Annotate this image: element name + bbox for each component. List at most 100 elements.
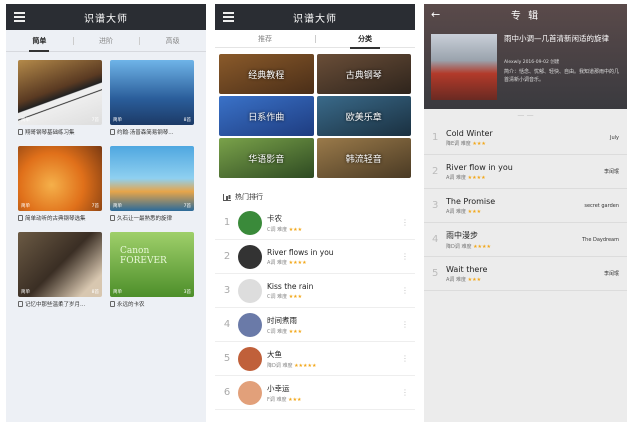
more-options-icon[interactable]: ⋮ — [401, 252, 409, 261]
tab-simple[interactable]: 简单 — [6, 36, 73, 52]
rank-number: 3 — [223, 285, 231, 296]
doc-icon — [18, 129, 23, 135]
page-title: 专 辑 — [510, 10, 541, 22]
category-tile[interactable]: 华语影音 — [219, 138, 314, 178]
album-cover — [431, 34, 497, 100]
collection-title: 永远的卡农 — [117, 302, 145, 308]
song-row[interactable]: 5 Wait there A调 难度 ★★★ 李闰珉 — [424, 257, 627, 291]
song-artist: 李闰珉 — [603, 271, 619, 277]
difficulty-stars: ★★★ — [288, 328, 303, 335]
ranking-row[interactable]: 5 大鱼 降D调 难度 ★★★★★ ⋮ — [215, 342, 415, 376]
ranking-row[interactable]: 4 时间煮雨 C调 难度 ★★★ ⋮ — [215, 308, 415, 342]
song-row[interactable]: 4 雨中漫步 降D调 难度 ★★★★ The Daydream — [424, 223, 627, 257]
collection-grid: 简单 7首 翔哥钢琴基础练习集 简单 8首 约翰·汤普森简易钢琴... 简单 7… — [6, 52, 206, 316]
song-key: 降D调 — [446, 243, 460, 250]
collection-title: 记忆中那些温柔了岁月... — [25, 302, 86, 308]
canon-forever-artwork: Canon FOREVER — [120, 246, 167, 266]
ranking-row[interactable]: 6 小幸运 F调 难度 ★★★ ⋮ — [215, 376, 415, 410]
song-thumbnail — [238, 210, 262, 235]
song-name: 卡农 — [267, 213, 282, 223]
album-header: ← 专 辑 雨中小调—几首清新闲适的旋律 Alexwly 2016-09-02 … — [424, 4, 627, 109]
level-badge: 简单 — [21, 118, 30, 123]
category-tile[interactable]: 日系作曲 — [219, 96, 314, 136]
song-name: Cold Winter — [446, 128, 493, 138]
ranking-header: 热门排行 — [215, 184, 415, 206]
doc-icon — [110, 301, 115, 307]
category-tile[interactable]: 韩流轻音 — [316, 138, 411, 178]
tab-recommend[interactable]: 推荐 — [215, 34, 315, 44]
song-row[interactable]: 2 River flow in you A调 难度 ★★★★ 李闰珉 — [424, 155, 627, 189]
collection-title: 简单动听的古典钢琴选集 — [25, 216, 86, 222]
rank-number: 1 — [223, 217, 231, 228]
collection-cover: 简单 8首 — [18, 232, 102, 297]
collection-card[interactable]: 简单 7首 简单动听的古典钢琴选集 — [18, 146, 102, 222]
collection-card[interactable]: 简单 8首 约翰·汤普森简易钢琴... — [110, 60, 194, 136]
song-index: 1 — [432, 132, 439, 143]
category-tile[interactable]: 经典教程 — [219, 54, 314, 94]
song-thumbnail — [238, 380, 262, 405]
collection-card[interactable]: 简单 8首 记忆中那些温柔了岁月... — [18, 232, 102, 308]
difficulty-label: 难度 — [456, 276, 467, 283]
song-row[interactable]: 1 Cold Winter 降E调 难度 ★★★ July — [424, 121, 627, 155]
more-options-icon[interactable]: ⋮ — [401, 388, 409, 397]
level-badge: 简单 — [21, 204, 30, 209]
difficulty-stars: ★★★★ — [473, 243, 491, 250]
tab-advanced[interactable]: 进阶 — [72, 36, 140, 46]
ranking-row[interactable]: 3 Kiss the rain C调 难度 ★★★ ⋮ — [215, 274, 415, 308]
song-name: Wait there — [446, 264, 488, 274]
more-options-icon[interactable]: ⋮ — [401, 218, 409, 227]
level-badge: 简单 — [113, 118, 122, 123]
ranking-list: 1 卡农 C调 难度 ★★★ ⋮ 2 River flows in you A调… — [215, 206, 415, 410]
app-title: 识谱大师 — [293, 13, 337, 25]
difficulty-label: 难度 — [282, 362, 293, 369]
song-key: C调 — [267, 226, 276, 233]
song-name: Kiss the rain — [267, 281, 314, 291]
category-tile[interactable]: 古典钢琴 — [316, 54, 411, 94]
difficulty-label: 难度 — [276, 396, 287, 403]
panel-simple-collections: 识谱大师 简单 进阶 高级 简单 7首 翔哥钢琴基础练习集 简单 8首 约翰·汤… — [6, 4, 206, 422]
song-count: 8首 — [183, 118, 191, 123]
album-title: 雨中小调—几首清新闲适的旋律 — [504, 34, 609, 43]
tab-expert[interactable]: 高级 — [139, 36, 206, 46]
collection-title: 久石让一最熟悉的旋律 — [117, 216, 173, 222]
rank-number: 2 — [223, 251, 231, 262]
song-thumbnail — [238, 312, 262, 337]
collection-card[interactable]: 简单 7首 翔哥钢琴基础练习集 — [18, 60, 102, 136]
tab-category[interactable]: 分类 — [315, 34, 415, 49]
collection-card[interactable]: 简单 7首 久石让一最熟悉的旋律 — [110, 146, 194, 222]
song-key: A调 — [267, 259, 276, 266]
top-bar: 识谱大师 — [215, 4, 415, 30]
song-thumbnail — [238, 244, 262, 269]
doc-icon — [18, 215, 23, 221]
more-options-icon[interactable]: ⋮ — [401, 320, 409, 329]
difficulty-stars: ★★★ — [288, 293, 303, 300]
more-options-icon[interactable]: ⋮ — [401, 354, 409, 363]
more-options-icon[interactable]: ⋮ — [401, 286, 409, 295]
song-key: 降D调 — [267, 362, 281, 369]
song-name: 小幸运 — [267, 383, 290, 393]
difficulty-stars: ★★★ — [467, 276, 482, 283]
song-index: 2 — [432, 166, 439, 177]
song-thumbnail — [238, 278, 262, 303]
top-bar: 识谱大师 — [6, 4, 206, 30]
song-key: C调 — [267, 293, 276, 300]
difficulty-label: 难度 — [460, 140, 471, 147]
difficulty-label: 难度 — [277, 293, 288, 300]
difficulty-label: 难度 — [456, 208, 467, 215]
song-key: C调 — [267, 328, 276, 335]
song-count: 7首 — [91, 118, 99, 123]
collection-cover: 简单 7首 — [110, 146, 194, 211]
category-tile[interactable]: 欧美乐章 — [316, 96, 411, 136]
song-count: 8首 — [91, 290, 99, 295]
ranking-row[interactable]: 2 River flows in you A调 难度 ★★★★ ⋮ — [215, 240, 415, 274]
collection-card[interactable]: Canon FOREVER 简单 3首 永远的卡农 — [110, 232, 194, 308]
song-artist: July — [610, 134, 619, 141]
collection-title: 翔哥钢琴基础练习集 — [25, 130, 75, 136]
song-row[interactable]: 3 The Promise A调 难度 ★★★ secret garden — [424, 189, 627, 223]
song-artist: The Daydream — [582, 236, 619, 243]
ranking-row[interactable]: 1 卡农 C调 难度 ★★★ ⋮ — [215, 206, 415, 240]
song-count: 7首 — [183, 204, 191, 209]
song-index: 3 — [432, 200, 439, 211]
rank-number: 6 — [223, 387, 231, 398]
difficulty-label: 难度 — [461, 243, 472, 250]
